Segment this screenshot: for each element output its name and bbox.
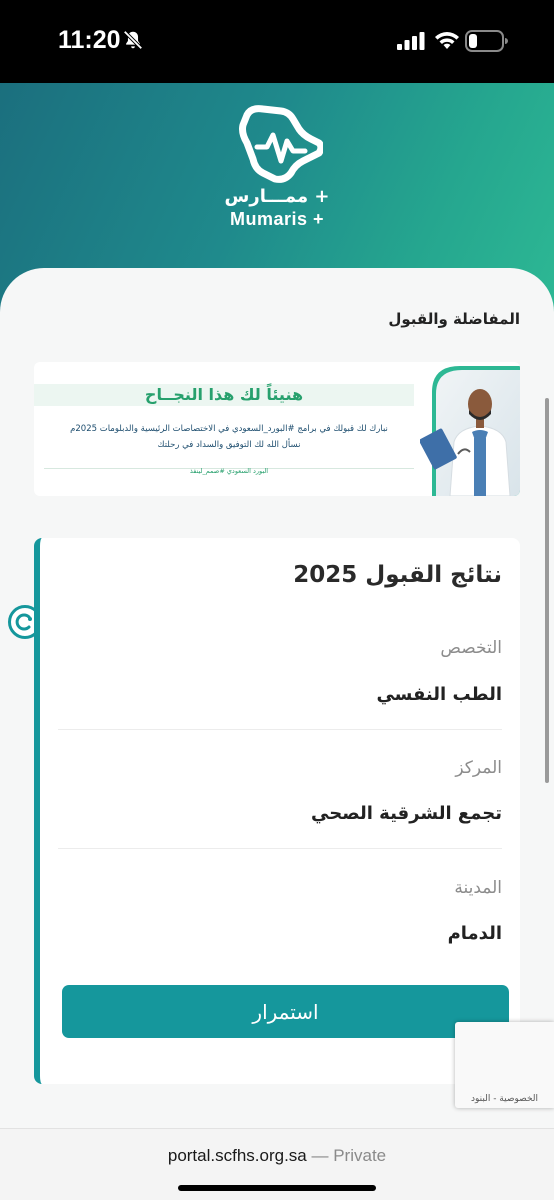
divider [58,729,502,730]
banner-headline: هنيئاً لك هذا النجــاح [144,385,304,404]
banner-hashtag: البورد السعودي #صمم_لينفذ [189,467,269,475]
saudi-map-heartbeat-icon [239,105,323,183]
url-domain: portal.scfhs.org.sa [167,1146,307,1165]
logo-text-english: Mumaris + [229,209,325,229]
home-indicator[interactable] [178,1185,376,1191]
signal-icon [397,32,425,50]
continue-button[interactable]: استمرار [62,985,509,1038]
private-mode-label: Private [333,1146,387,1165]
status-bar: 11:20 [0,0,554,83]
page-title: المفاضلة والقبول [388,310,520,328]
city-value: الدمام [447,923,502,944]
bell-slash-icon [123,30,143,50]
banner-message: نبارك لك قبولك في برامج #البورد_السعودي … [70,424,388,434]
card-title: نتائج القبول 2025 [293,562,502,588]
logo-text-arabic: ممـــارس + [224,186,330,207]
recaptcha-badge[interactable]: الخصوصية - البنود [455,1022,554,1108]
wifi-icon [435,32,459,49]
city-label: المدينة [454,878,502,898]
battery-icon [465,30,508,52]
doctor-photo [420,366,520,496]
specialty-value: الطب النفسي [376,684,502,705]
url-display[interactable]: portal.scfhs.org.sa — Private [0,1146,554,1166]
center-value: تجمع الشرقية الصحي [311,803,502,824]
divider [58,848,502,849]
specialty-label: التخصص [440,638,502,658]
url-separator: — [306,1146,334,1165]
browser-address-bar[interactable]: portal.scfhs.org.sa — Private [0,1128,554,1200]
admission-results-card: نتائج القبول 2025 التخصص الطب النفسي الم… [34,538,520,1084]
status-time: 11:20 [58,26,121,54]
recaptcha-links[interactable]: الخصوصية - البنود [455,1094,554,1104]
center-label: المركز [455,758,502,778]
banner-wish: نسأل الله لك التوفيق والسداد في رحلتك [157,440,301,450]
scrollbar-thumb[interactable] [545,398,549,783]
congratulations-banner: هنيئاً لك هذا النجــاح نبارك لك قبولك في… [34,362,520,496]
